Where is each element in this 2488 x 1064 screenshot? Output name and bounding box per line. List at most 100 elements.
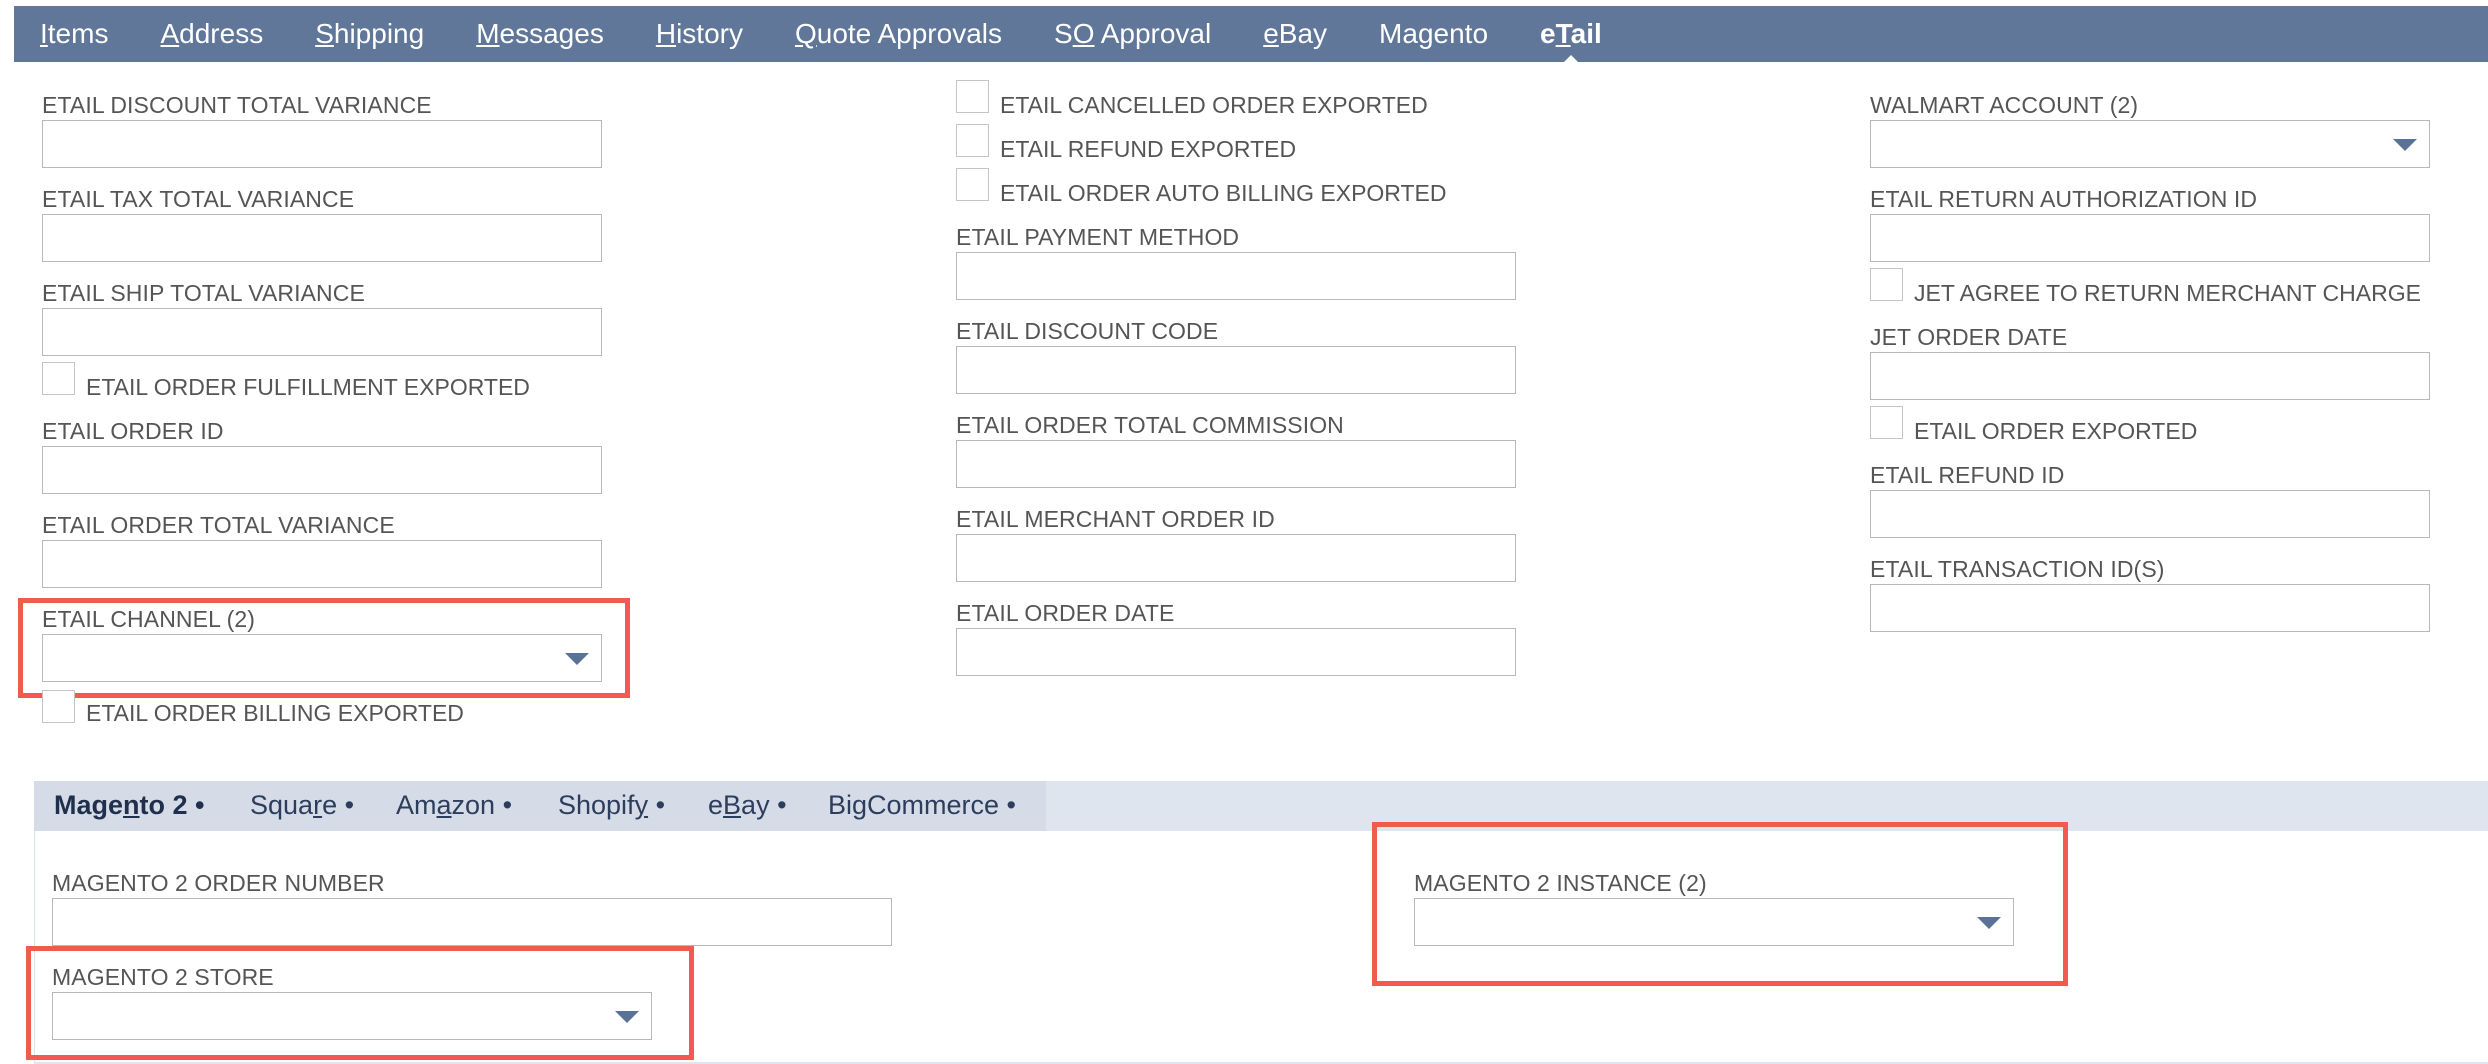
- refund-exported-checkbox[interactable]: [956, 124, 989, 157]
- subtab-square-prefix: Squa: [250, 790, 314, 820]
- tab-quote-approvals[interactable]: Quote Approvals: [795, 18, 1002, 50]
- subtab-magento-2-prefix: Mage: [54, 790, 124, 820]
- subtab-ebay-prefix: e: [708, 790, 724, 820]
- cancelled-order-exported-label: ETAIL CANCELLED ORDER EXPORTED: [1000, 92, 1428, 118]
- magento-order-number-input[interactable]: [52, 898, 892, 946]
- subtab-shopify[interactable]: Shopify •: [558, 790, 665, 821]
- tab-messages-accesskey: M: [476, 18, 500, 49]
- order-auto-billing-exported-checkbox[interactable]: [956, 168, 989, 201]
- merchant-order-id-input[interactable]: [956, 534, 1516, 582]
- tab-items-accesskey: I: [40, 18, 48, 49]
- tab-ebay[interactable]: eBay: [1263, 18, 1327, 50]
- etail-channel-label: ETAIL CHANNEL (2): [42, 606, 256, 632]
- subtab-shopify-accesskey: y: [634, 790, 649, 820]
- main-tab-bar: Items Address Shipping Messages History …: [14, 6, 2488, 64]
- subtab-ebay-accesskey: B: [723, 790, 742, 820]
- order-date-label: ETAIL ORDER DATE: [956, 600, 1175, 626]
- tab-address-label: ddress: [179, 18, 264, 49]
- ship-total-variance-input[interactable]: [42, 308, 602, 356]
- discount-total-variance-label: ETAIL DISCOUNT TOTAL VARIANCE: [42, 92, 432, 118]
- tab-ebay-label: Bay: [1278, 18, 1328, 49]
- ship-total-variance-label: ETAIL SHIP TOTAL VARIANCE: [42, 280, 365, 306]
- tab-magento[interactable]: Magento: [1379, 18, 1488, 50]
- order-exported-checkbox[interactable]: [1870, 406, 1903, 439]
- refund-id-label: ETAIL REFUND ID: [1870, 462, 2065, 488]
- order-auto-billing-exported-label: ETAIL ORDER AUTO BILLING EXPORTED: [1000, 180, 1447, 206]
- tab-etail[interactable]: eTail: [1540, 18, 1602, 64]
- discount-total-variance-input[interactable]: [42, 120, 602, 168]
- tab-messages[interactable]: Messages: [476, 18, 604, 50]
- tab-items-label: tems: [47, 18, 109, 49]
- transaction-ids-label: ETAIL TRANSACTION ID(S): [1870, 556, 2165, 582]
- tab-etail-prefix: e: [1540, 18, 1556, 49]
- tab-so-approval[interactable]: SO Approval: [1054, 18, 1211, 50]
- tab-etail-label: ail: [1570, 18, 1602, 49]
- return-authorization-id-label: ETAIL RETURN AUTHORIZATION ID: [1870, 186, 2258, 212]
- order-id-input[interactable]: [42, 446, 602, 494]
- chevron-down-icon: [1977, 917, 2001, 929]
- tab-history[interactable]: History: [656, 18, 743, 50]
- subtab-square-label: e •: [322, 790, 355, 820]
- jet-agree-return-label: JET AGREE TO RETURN MERCHANT CHARGE: [1914, 280, 2421, 306]
- return-authorization-id-input[interactable]: [1870, 214, 2430, 262]
- marketplace-subtab-bar: Magento 2 • Square • Amazon • Shopify • …: [34, 781, 2488, 831]
- jet-agree-return-checkbox[interactable]: [1870, 268, 1903, 301]
- subtab-amazon[interactable]: Amazon •: [396, 790, 512, 821]
- chevron-down-icon: [615, 1011, 639, 1023]
- magento-store-select[interactable]: [52, 992, 652, 1040]
- order-date-input[interactable]: [956, 628, 1516, 676]
- tab-address-accesskey: A: [160, 18, 180, 49]
- subtab-bigcommerce[interactable]: BigCommerce •: [828, 790, 1016, 821]
- magento-order-number-label: MAGENTO 2 ORDER NUMBER: [52, 870, 385, 896]
- magento-instance-select[interactable]: [1414, 898, 2014, 946]
- discount-code-input[interactable]: [956, 346, 1516, 394]
- tab-shipping-accesskey: S: [315, 18, 334, 49]
- tab-shipping[interactable]: Shipping: [315, 18, 424, 50]
- order-billing-exported-label: ETAIL ORDER BILLING EXPORTED: [86, 700, 464, 726]
- refund-exported-label: ETAIL REFUND EXPORTED: [1000, 136, 1297, 162]
- tab-messages-label: essages: [499, 18, 604, 49]
- order-total-commission-label: ETAIL ORDER TOTAL COMMISSION: [956, 412, 1344, 438]
- chevron-down-icon: [2393, 139, 2417, 151]
- order-id-label: ETAIL ORDER ID: [42, 418, 224, 444]
- refund-id-input[interactable]: [1870, 490, 2430, 538]
- walmart-account-label: WALMART ACCOUNT (2): [1870, 92, 2139, 118]
- discount-code-label: ETAIL DISCOUNT CODE: [956, 318, 1219, 344]
- order-fulfillment-exported-checkbox[interactable]: [42, 362, 75, 395]
- subtab-magento-2-accesskey: n: [123, 790, 140, 820]
- jet-order-date-input[interactable]: [1870, 352, 2430, 400]
- tab-shipping-label: hipping: [333, 18, 425, 49]
- tax-total-variance-label: ETAIL TAX TOTAL VARIANCE: [42, 186, 355, 212]
- tab-history-accesskey: H: [655, 18, 677, 49]
- tab-quote-approvals-accesskey: Q: [794, 18, 817, 49]
- cancelled-order-exported-checkbox[interactable]: [956, 80, 989, 113]
- tab-so-approval-label: Approval: [1094, 18, 1212, 49]
- tab-so-approval-accesskey: O: [1072, 18, 1095, 49]
- tab-items[interactable]: Items: [40, 18, 108, 50]
- magento-instance-label: MAGENTO 2 INSTANCE (2): [1414, 870, 1707, 896]
- subtab-magento-2[interactable]: Magento 2 •: [54, 790, 205, 821]
- tab-ebay-accesskey: e: [1263, 18, 1279, 49]
- subtab-amazon-accesskey: a: [436, 790, 452, 820]
- order-total-variance-input[interactable]: [42, 540, 602, 588]
- tab-magento-label: Magento: [1379, 18, 1489, 49]
- tab-so-approval-prefix: S: [1054, 18, 1073, 49]
- tax-total-variance-input[interactable]: [42, 214, 602, 262]
- subtab-ebay[interactable]: eBay •: [708, 790, 787, 821]
- transaction-ids-input[interactable]: [1870, 584, 2430, 632]
- jet-order-date-label: JET ORDER DATE: [1870, 324, 2068, 350]
- tab-address[interactable]: Address: [160, 18, 263, 50]
- order-total-commission-input[interactable]: [956, 440, 1516, 488]
- etail-channel-select[interactable]: [42, 634, 602, 682]
- order-billing-exported-checkbox[interactable]: [42, 690, 75, 723]
- subtab-square[interactable]: Square •: [250, 790, 354, 821]
- tab-quote-approvals-label: uote Approvals: [816, 18, 1002, 49]
- subtab-shopify-label: •: [648, 790, 666, 820]
- order-fulfillment-exported-label: ETAIL ORDER FULFILLMENT EXPORTED: [86, 374, 530, 400]
- walmart-account-select[interactable]: [1870, 120, 2430, 168]
- subtab-amazon-prefix: Am: [396, 790, 437, 820]
- tab-etail-accesskey: T: [1555, 18, 1571, 49]
- subtab-magento-2-label: to 2 •: [139, 790, 205, 820]
- chevron-down-icon: [565, 653, 589, 665]
- payment-method-input[interactable]: [956, 252, 1516, 300]
